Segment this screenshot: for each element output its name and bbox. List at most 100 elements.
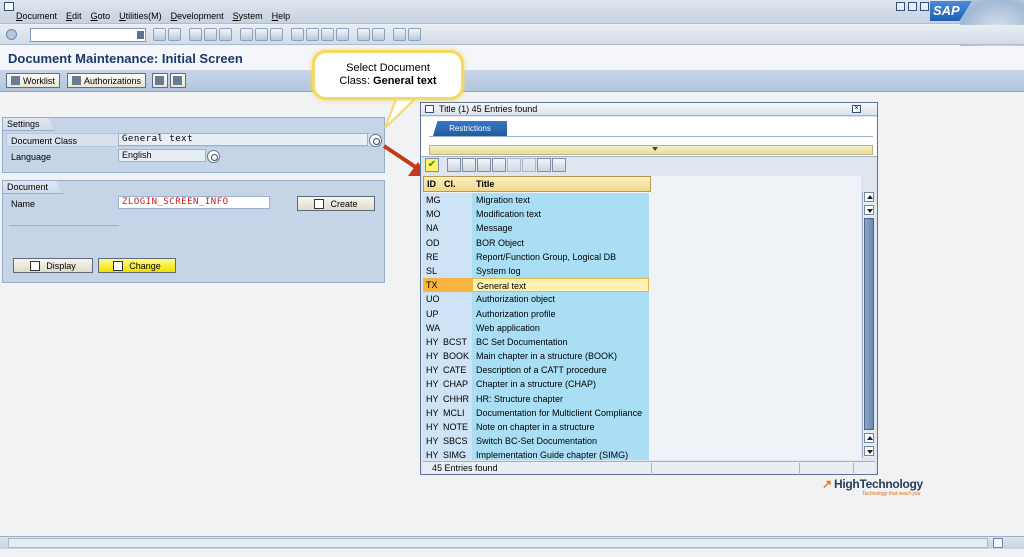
help-icon[interactable] (393, 28, 406, 41)
command-dropdown-icon[interactable] (137, 31, 144, 39)
menu-document[interactable]: Document (16, 11, 57, 21)
cell-id: RE (423, 249, 440, 264)
back-icon[interactable] (153, 28, 166, 41)
find-icon[interactable] (255, 28, 268, 41)
menu-edit[interactable]: Edit (66, 11, 82, 21)
name-field[interactable]: ZLOGIN_SCREEN_INFO (118, 196, 270, 209)
column-title[interactable]: Title (476, 179, 494, 189)
confirm-icon[interactable] (425, 158, 439, 172)
find-icon[interactable] (462, 158, 476, 172)
title-bar: Document Maintenance: Initial Screen (0, 46, 1024, 70)
scroll-page-down-icon[interactable] (864, 446, 874, 456)
vertical-scrollbar[interactable] (862, 192, 874, 458)
scroll-thumb[interactable] (864, 218, 874, 430)
save-icon[interactable] (168, 28, 181, 41)
separator (9, 225, 119, 226)
callout-line2-prefix: Class: (339, 75, 374, 87)
list-icon[interactable] (552, 158, 566, 172)
exit-icon[interactable] (204, 28, 217, 41)
table-rows: MG Migration text MO Modification text NA Mes… (423, 193, 651, 460)
create-button[interactable]: Create (297, 196, 375, 211)
worklist-button[interactable]: Worklist (6, 73, 60, 88)
layout-icon[interactable] (408, 28, 421, 41)
tab-restrictions[interactable]: Restrictions (433, 121, 507, 136)
table-row[interactable]: HY SIMG Implementation Guide chapter (SIMG… (423, 448, 651, 460)
table-row[interactable]: NA Message (423, 221, 651, 236)
table-row[interactable]: HY SBCS Switch BC-Set Documentation (423, 434, 651, 449)
column-id[interactable]: ID (427, 179, 436, 189)
logo-tagline: Technology that reach you (862, 491, 921, 497)
scroll-down-icon[interactable] (864, 205, 874, 215)
maximize-icon[interactable] (908, 2, 917, 11)
scroll-page-up-icon[interactable] (864, 433, 874, 443)
table-row[interactable]: MO Modification text (423, 207, 651, 222)
column-cl[interactable]: Cl. (444, 179, 456, 189)
scroll-up-icon[interactable] (864, 192, 874, 202)
popup-system-icon[interactable] (425, 105, 434, 113)
menu-utilities[interactable]: Utilities(M) (119, 11, 162, 21)
change-label: Change (129, 260, 161, 271)
table-row[interactable]: UO Authorization object (423, 292, 651, 307)
command-field[interactable] (30, 28, 146, 42)
close-x-icon[interactable] (447, 158, 461, 172)
restrictions-toggle-bar[interactable] (429, 145, 873, 155)
previous-page-icon[interactable] (306, 28, 319, 41)
find-next-icon[interactable] (477, 158, 491, 172)
settings-group-header: Settings (3, 118, 55, 131)
menu-goto[interactable]: Goto (91, 11, 111, 21)
last-page-icon[interactable] (336, 28, 349, 41)
print-icon[interactable] (537, 158, 551, 172)
find-next-icon[interactable] (270, 28, 283, 41)
cancel-icon[interactable] (219, 28, 232, 41)
table-row[interactable]: TX General text (423, 278, 651, 293)
language-field[interactable]: English (118, 149, 206, 162)
cell-id: HY (423, 391, 440, 406)
authorizations-button[interactable]: Authorizations (67, 73, 147, 88)
menu-help[interactable]: Help (272, 11, 291, 21)
display-label: Display (46, 260, 76, 271)
doc-class-value-help-icon[interactable] (369, 134, 382, 147)
table-row[interactable]: UP Authorization profile (423, 306, 651, 321)
table-row[interactable]: WA Web application (423, 320, 651, 335)
table-row[interactable]: HY CHHR HR: Structure chapter (423, 391, 651, 406)
menu-system[interactable]: System (233, 11, 263, 21)
menu-development[interactable]: Development (171, 11, 224, 21)
delete-button[interactable] (152, 73, 168, 88)
table-row[interactable]: HY BOOK Main chapter in a structure (BOOK) (423, 349, 651, 364)
table-row[interactable]: HY MCLI Documentation for Multiclient Comp… (423, 405, 651, 420)
doc-class-field[interactable]: General text (118, 133, 368, 146)
copy-button[interactable] (170, 73, 186, 88)
table-row[interactable]: HY NOTE Note on chapter in a structure (423, 420, 651, 435)
info-icon[interactable] (507, 158, 521, 172)
display-button[interactable]: Display (13, 258, 93, 273)
language-value-help-icon[interactable] (207, 150, 220, 163)
table-row[interactable]: SL System log (423, 263, 651, 279)
sort-icon[interactable] (492, 158, 506, 172)
first-page-icon[interactable] (291, 28, 304, 41)
change-button[interactable]: Change (98, 258, 176, 273)
settings-icon[interactable] (522, 158, 536, 172)
table-row[interactable]: OD BOR Object (423, 235, 651, 250)
back-nav-icon[interactable] (189, 28, 202, 41)
popup-close-icon[interactable]: × (852, 105, 861, 113)
table-row[interactable]: MG Migration text (423, 193, 651, 208)
close-window-icon[interactable] (920, 2, 929, 11)
cell-id: HY (423, 334, 440, 350)
cell-id: HY (423, 434, 440, 449)
cell-title: Modification text (472, 207, 649, 222)
cell-cl (440, 221, 472, 236)
next-page-icon[interactable] (321, 28, 334, 41)
table-row[interactable]: HY CATE Description of a CATT procedure (423, 363, 651, 378)
cancel-icon[interactable] (440, 158, 446, 172)
table-row[interactable]: RE Report/Function Group, Logical DB (423, 249, 651, 264)
system-menu-icon[interactable] (4, 2, 14, 11)
table-row[interactable]: HY CHAP Chapter in a structure (CHAP) (423, 377, 651, 392)
shortcut-icon[interactable] (372, 28, 385, 41)
enter-icon[interactable] (6, 29, 17, 40)
status-toggle-icon[interactable] (993, 538, 1003, 548)
print-icon[interactable] (240, 28, 253, 41)
cell-title: General text (472, 278, 649, 293)
table-row[interactable]: HY BCST BC Set Documentation (423, 334, 651, 350)
new-session-icon[interactable] (357, 28, 370, 41)
minimize-icon[interactable] (896, 2, 905, 11)
